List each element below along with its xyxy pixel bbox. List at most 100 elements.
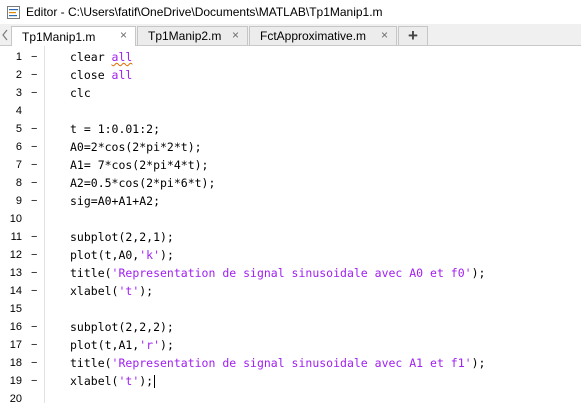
- string-literal: 'Representation de signal sinusoidale av…: [111, 266, 472, 280]
- code-token: plot(t,A1,: [70, 338, 140, 352]
- code-token: );: [139, 374, 154, 388]
- line-number: 19: [9, 375, 22, 387]
- code-token: );: [471, 356, 486, 370]
- code-token: );: [471, 266, 486, 280]
- breakpoint-marker[interactable]: −: [31, 318, 41, 336]
- line-number: 11: [10, 231, 22, 243]
- code-token: subplot(2,2,1);: [70, 230, 174, 244]
- code-line[interactable]: 1− clear all: [0, 48, 581, 66]
- line-number: 12: [9, 249, 22, 261]
- string-literal: 't': [118, 374, 140, 388]
- code-line[interactable]: 20: [0, 390, 581, 408]
- line-number: 3: [15, 87, 22, 99]
- code-line[interactable]: 3− clc: [0, 84, 581, 102]
- tab-tp1manip2[interactable]: Tp1Manip2.m ×: [137, 26, 248, 45]
- code-line[interactable]: 19− xlabel('t');: [0, 372, 581, 390]
- code-line[interactable]: 13− title('Representation de signal sinus…: [0, 264, 581, 282]
- code-text: xlabel('t');: [70, 282, 153, 300]
- code-text: subplot(2,2,2);: [70, 318, 174, 336]
- code-text: plot(t,A1,'r');: [70, 336, 174, 354]
- tab-label: Tp1Manip2.m: [148, 29, 222, 43]
- line-number: 16: [9, 321, 22, 333]
- line-number: 20: [9, 393, 22, 405]
- code-line[interactable]: 14− xlabel('t');: [0, 282, 581, 300]
- new-tab-button[interactable]: +: [398, 26, 428, 45]
- tab-fctapproximative[interactable]: FctApproximative.m ×: [249, 26, 397, 45]
- code-text: A2=0.5*cos(2*pi*6*t);: [70, 174, 215, 192]
- string-literal: all: [111, 50, 133, 64]
- line-number: 2: [15, 69, 22, 81]
- breakpoint-marker[interactable]: −: [31, 66, 41, 84]
- code-text: clear all: [70, 48, 132, 66]
- code-line[interactable]: 11− subplot(2,2,1);: [0, 228, 581, 246]
- code-line[interactable]: 15: [0, 300, 581, 318]
- title-bar: Editor - C:\Users\fatif\OneDrive\Documen…: [0, 0, 581, 24]
- code-token: xlabel(: [70, 374, 119, 388]
- code-token: );: [160, 338, 174, 352]
- code-token: title(: [70, 356, 112, 370]
- plus-icon: +: [408, 26, 418, 45]
- breakpoint-marker[interactable]: −: [31, 192, 41, 210]
- tab-label: FctApproximative.m: [260, 29, 367, 43]
- code-token: t = 1:0.01:2;: [70, 122, 161, 136]
- close-icon[interactable]: ×: [230, 29, 241, 41]
- code-line[interactable]: 9− sig=A0+A1+A2;: [0, 192, 581, 210]
- breakpoint-marker[interactable]: −: [31, 246, 41, 264]
- line-number: 10: [9, 213, 22, 225]
- tab-label: Tp1Manip1.m: [22, 29, 96, 44]
- code-token: xlabel(: [70, 284, 119, 298]
- code-token: A1= 7*cos(2*pi*4*t);: [70, 158, 209, 172]
- code-token: clc: [70, 86, 91, 100]
- code-text: sig=A0+A1+A2;: [70, 192, 160, 210]
- code-token: );: [139, 284, 154, 298]
- breakpoint-marker[interactable]: −: [31, 48, 41, 66]
- close-icon[interactable]: ×: [379, 29, 390, 41]
- code-line[interactable]: 12− plot(t,A0,'k');: [0, 246, 581, 264]
- line-number: 5: [15, 123, 22, 135]
- code-line[interactable]: 6− A0=2*cos(2*pi*2*t);: [0, 138, 581, 156]
- breakpoint-marker[interactable]: −: [31, 354, 41, 372]
- tab-tp1manip1[interactable]: Tp1Manip1.m ×: [11, 26, 136, 46]
- breakpoint-marker[interactable]: −: [31, 372, 41, 390]
- code-text: t = 1:0.01:2;: [70, 120, 160, 138]
- line-number: 14: [9, 285, 22, 297]
- code-line[interactable]: 10: [0, 210, 581, 228]
- breakpoint-marker[interactable]: −: [31, 156, 41, 174]
- breakpoint-marker[interactable]: −: [31, 138, 41, 156]
- chevron-left-icon[interactable]: [1, 28, 9, 41]
- code-line[interactable]: 4: [0, 102, 581, 120]
- code-line[interactable]: 17− plot(t,A1,'r');: [0, 336, 581, 354]
- close-icon[interactable]: ×: [118, 29, 129, 41]
- breakpoint-marker[interactable]: −: [31, 228, 41, 246]
- breakpoint-marker[interactable]: −: [31, 174, 41, 192]
- tab-bar: Tp1Manip1.m × Tp1Manip2.m × FctApproxima…: [0, 24, 581, 46]
- breakpoint-marker[interactable]: −: [31, 84, 41, 102]
- breakpoint-marker[interactable]: −: [31, 282, 41, 300]
- code-editor[interactable]: 1− clear all 2− close all 3− clc 4 5− t = 1:0.01…: [0, 46, 581, 405]
- matlab-editor-icon: [6, 5, 20, 19]
- breakpoint-marker[interactable]: −: [31, 336, 41, 354]
- breakpoint-marker[interactable]: −: [31, 120, 41, 138]
- code-token: subplot(2,2,2);: [70, 320, 174, 334]
- code-text: subplot(2,2,1);: [70, 228, 174, 246]
- line-number: 18: [9, 357, 22, 369]
- breakpoint-marker[interactable]: −: [31, 264, 41, 282]
- string-literal: 'r': [139, 338, 161, 352]
- line-number: 17: [9, 339, 22, 351]
- code-line[interactable]: 7− A1= 7*cos(2*pi*4*t);: [0, 156, 581, 174]
- code-token: clear: [70, 50, 112, 64]
- code-token: title(: [70, 266, 112, 280]
- string-literal: all: [111, 68, 133, 82]
- code-line[interactable]: 5− t = 1:0.01:2;: [0, 120, 581, 138]
- code-text: title('Representation de signal sinusoid…: [70, 264, 485, 282]
- line-number: 8: [15, 177, 22, 189]
- code-token: close: [70, 68, 112, 82]
- code-line[interactable]: 2− close all: [0, 66, 581, 84]
- line-number: 4: [15, 105, 22, 117]
- code-text: close all: [70, 66, 132, 84]
- text-cursor: [154, 375, 156, 388]
- code-line[interactable]: 18− title('Representation de signal sinus…: [0, 354, 581, 372]
- code-line[interactable]: 16− subplot(2,2,2);: [0, 318, 581, 336]
- code-line[interactable]: 8− A2=0.5*cos(2*pi*6*t);: [0, 174, 581, 192]
- code-text: A1= 7*cos(2*pi*4*t);: [70, 156, 208, 174]
